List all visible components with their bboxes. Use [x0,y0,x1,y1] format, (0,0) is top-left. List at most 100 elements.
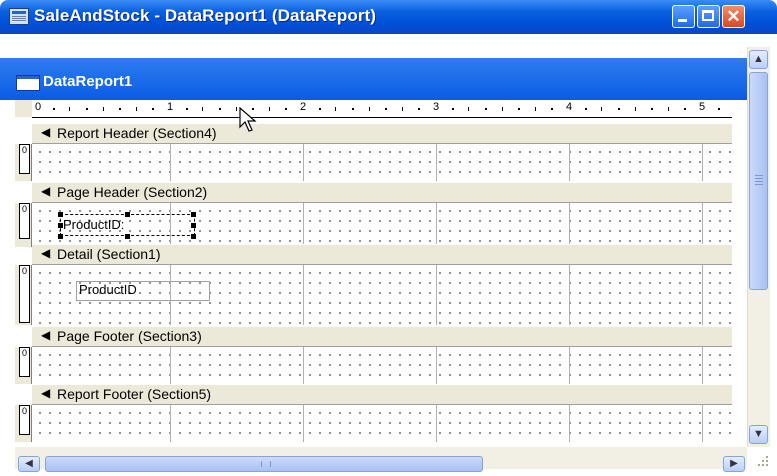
ruler-tick [534,107,536,111]
vertical-scroll-thumb[interactable] [749,72,768,290]
section-body-detail[interactable]: ProductID [32,265,732,325]
mouse-pointer-icon [239,107,257,132]
section-arrow-icon: ◀ [41,328,51,342]
ruler-tick [218,108,221,110]
resize-handle[interactable] [125,212,130,217]
ruler-tick [185,108,188,110]
report-window-icon [16,75,40,91]
section-arrow-icon: ◀ [41,184,51,198]
ruler-tick [102,107,104,111]
vertical-ruler-label: 0 [19,405,30,435]
ruler-tick [285,108,288,110]
resize-handle[interactable] [125,234,130,239]
section-arrow-icon: ◀ [41,386,51,400]
size-grip-icon[interactable] [752,452,770,470]
report-designer-canvas[interactable]: 0 1 2 3 4 5 ◀ Report Header (Section4) 0… [15,100,732,447]
window-frame-top [0,34,747,58]
ruler-number: 0 [35,101,42,113]
section-body-report-footer[interactable] [32,405,732,442]
ruler-corner [15,100,33,117]
section-body-report-header[interactable] [32,144,732,181]
minimize-button[interactable] [672,5,695,28]
ruler-tick [119,108,122,110]
section-bar-page-footer[interactable]: ◀ Page Footer (Section3) [32,326,732,347]
vertical-ruler: 0 [15,144,32,181]
ruler-tick [634,107,636,111]
ruler-tick [501,107,503,111]
resize-handle[interactable] [58,212,63,217]
ruler-tick [468,107,470,111]
vertical-ruler: 0 [15,347,32,384]
vertical-ruler: 0 [15,203,32,247]
scroll-up-button[interactable]: ▲ [749,50,768,69]
close-button[interactable]: ✕ [722,5,745,28]
section-bar-report-header[interactable]: ◀ Report Header (Section4) [32,123,732,144]
ruler-tick [667,107,669,111]
ruler-tick [601,107,603,111]
vertical-ruler-label: 0 [19,144,30,174]
resize-handle[interactable] [191,212,196,217]
ruler-number: 1 [167,101,174,113]
chevron-up-icon: ▲ [753,53,764,65]
minimize-icon [678,19,687,22]
ruler-tick [152,108,155,110]
ruler-tick [335,107,337,111]
resize-handle[interactable] [58,223,63,228]
section-bar-detail[interactable]: ◀ Detail (Section1) [32,244,732,265]
ruler-tick [135,107,137,111]
section-bar-report-footer[interactable]: ◀ Report Footer (Section5) [32,384,732,405]
ruler-number: 4 [566,101,573,113]
scroll-right-button[interactable]: ▶ [723,456,745,472]
ruler-tick [717,108,720,110]
chevron-right-icon: ▶ [730,458,738,469]
window-title: SaleAndStock - DataReport1 (DataReport) [34,6,377,25]
scroll-down-button[interactable]: ▼ [749,425,768,444]
ruler-tick [318,108,321,110]
window-titlebar[interactable]: SaleAndStock - DataReport1 (DataReport) … [0,0,777,34]
ruler-tick [52,108,55,110]
section-caption: Report Header (Section4) [57,125,217,141]
ruler-tick [202,107,204,111]
ruler-tick [351,108,354,110]
inner-window-titlebar[interactable]: DataReport1 [0,58,747,100]
resize-handle[interactable] [191,234,196,239]
ruler-tick [551,108,554,110]
ruler-tick [69,107,71,111]
section-caption: Page Header (Section2) [57,184,208,200]
section-body-page-header[interactable]: ProductID: [32,203,732,247]
ruler-tick [85,108,88,110]
ruler-tick [518,108,521,110]
vertical-scrollbar[interactable]: ▲ ▼ [747,47,770,447]
ruler-tick [368,107,370,111]
productid-textbox[interactable]: ProductID [76,281,210,301]
ruler-tick [385,108,388,110]
maximize-button[interactable] [697,5,720,28]
horizontal-scroll-thumb[interactable] [45,456,483,472]
section-caption: Page Footer (Section3) [57,328,202,344]
productid-label[interactable]: ProductID: [63,217,124,232]
ruler-tick [268,107,270,111]
section-arrow-icon: ◀ [41,125,51,139]
inner-window-title: DataReport1 [43,73,133,90]
ruler-tick [235,107,237,111]
ruler-tick [484,108,487,110]
ruler-tick [401,107,403,111]
ruler-number: 3 [433,101,440,113]
ruler-number: 5 [699,101,706,113]
section-caption: Report Footer (Section5) [57,386,212,402]
resize-handle[interactable] [191,223,196,228]
section-bar-page-header[interactable]: ◀ Page Header (Section2) [32,182,732,203]
scroll-left-button[interactable]: ◀ [18,456,40,472]
vertical-ruler-label: 0 [19,203,30,239]
vertical-ruler: 0 [15,265,32,325]
vertical-ruler: 0 [15,405,32,442]
maximize-icon [702,10,714,21]
ruler-tick [651,108,654,110]
resize-handle[interactable] [58,234,63,239]
section-caption: Detail (Section1) [57,246,161,262]
section-body-page-footer[interactable] [32,347,732,384]
vertical-ruler-label: 0 [19,347,30,377]
horizontal-scrollbar[interactable]: ◀ ▶ [15,447,747,472]
chevron-left-icon: ◀ [25,458,33,469]
app-icon[interactable] [9,8,29,25]
